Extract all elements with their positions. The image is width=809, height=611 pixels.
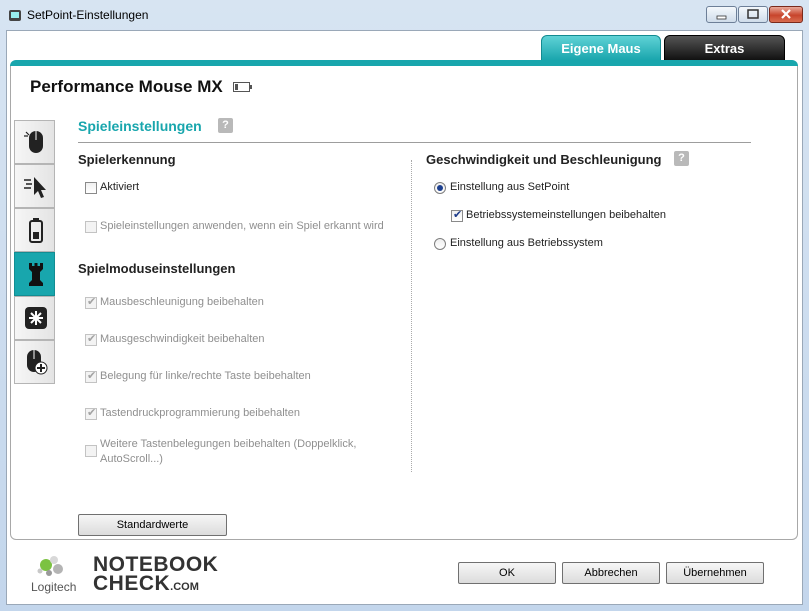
keep-keystroke-programming-checkbox[interactable]: ✔ <box>85 407 97 420</box>
game-mode-heading: Spielmoduseinstellungen <box>78 261 236 276</box>
sidebar-item-add-device[interactable] <box>14 340 55 384</box>
close-button[interactable] <box>769 6 803 23</box>
checkmark-icon: ✔ <box>453 209 463 221</box>
mouse-add-icon <box>27 350 48 375</box>
keep-acceleration-checkbox[interactable]: ✔ <box>85 296 97 309</box>
speed-help-button[interactable]: ? <box>674 151 689 166</box>
close-icon <box>781 9 791 19</box>
setpoint-window: SetPoint-Einstellungen Eigene Maus Extra… <box>0 0 809 611</box>
defaults-button[interactable]: Standardwerte <box>78 514 227 536</box>
os-radio-label[interactable]: Einstellung aus Betriebssystem <box>450 237 603 249</box>
checkmark-icon: ✔ <box>87 296 97 308</box>
section-help-button[interactable]: ? <box>218 118 233 133</box>
notebookcheck-line2: CHECK <box>93 572 171 595</box>
keep-os-settings-checkbox[interactable]: ✔ <box>451 209 463 222</box>
chess-rook-icon <box>29 263 43 286</box>
tab-extras[interactable]: Extras <box>664 35 785 61</box>
checkmark-icon: ✔ <box>87 333 97 345</box>
cancel-button[interactable]: Abbrechen <box>562 562 660 584</box>
logitech-wordmark: Logitech <box>31 580 77 594</box>
notebookcheck-suffix: .COM <box>170 581 199 593</box>
game-detection-heading: Spielerkennung <box>78 152 176 167</box>
device-sidebar <box>14 114 56 384</box>
sidebar-item-advanced[interactable] <box>14 296 55 340</box>
battery-icon <box>29 218 43 243</box>
radio-selected-dot <box>437 185 443 191</box>
checkmark-icon: ✔ <box>87 370 97 382</box>
apply-game-settings-label[interactable]: Spieleinstellungen anwenden, wenn ein Sp… <box>100 220 384 232</box>
os-radio[interactable] <box>434 238 446 250</box>
keep-other-assignments-label[interactable]: Weitere Tastenbelegungen beibehalten (Do… <box>100 437 360 467</box>
notebookcheck-logo: NOTEBOOK CHECK.COM <box>93 554 218 597</box>
checkmark-icon: ✔ <box>87 407 97 419</box>
tab-eigene-maus[interactable]: Eigene Maus <box>541 35 661 61</box>
keep-keystroke-programming-label[interactable]: Tastendruckprogrammierung beibehalten <box>100 407 300 419</box>
keep-acceleration-label[interactable]: Mausbeschleunigung beibehalten <box>100 296 264 308</box>
apply-game-settings-checkbox[interactable] <box>85 221 97 233</box>
setpoint-app-icon <box>9 10 21 21</box>
mouse-icon <box>24 131 43 153</box>
keep-speed-label[interactable]: Mausgeschwindigkeit beibehalten <box>100 333 265 345</box>
activated-checkbox[interactable] <box>85 182 97 194</box>
column-separator <box>411 160 412 472</box>
snowflake-icon <box>25 307 47 329</box>
sidebar-item-pointer[interactable] <box>14 164 55 208</box>
section-title: Spieleinstellungen <box>78 118 202 134</box>
device-name: Performance Mouse MX <box>30 77 223 96</box>
keep-os-settings-label[interactable]: Betriebssystemeinstellungen beibehalten <box>466 209 666 221</box>
maximize-icon <box>747 9 759 19</box>
title-bar[interactable]: SetPoint-Einstellungen <box>0 0 809 30</box>
speed-acceleration-heading: Geschwindigkeit und Beschleunigung <box>426 152 662 167</box>
keep-speed-checkbox[interactable]: ✔ <box>85 333 97 346</box>
setpoint-radio[interactable] <box>434 182 446 194</box>
sidebar-item-mouse[interactable] <box>14 120 55 164</box>
keep-button-assignment-checkbox[interactable]: ✔ <box>85 370 97 383</box>
maximize-button[interactable] <box>738 6 768 23</box>
apply-button[interactable]: Übernehmen <box>666 562 764 584</box>
pointer-speed-icon <box>24 177 46 198</box>
battery-status-icon <box>233 82 252 92</box>
minimize-button[interactable] <box>706 6 737 23</box>
keep-other-assignments-checkbox[interactable] <box>85 445 97 457</box>
activated-label[interactable]: Aktiviert <box>100 181 139 193</box>
setpoint-radio-label[interactable]: Einstellung aus SetPoint <box>450 181 569 193</box>
keep-button-assignment-label[interactable]: Belegung für linke/rechte Taste beibehal… <box>100 370 311 382</box>
sidebar-item-games[interactable] <box>14 252 55 296</box>
ok-button[interactable]: OK <box>458 562 556 584</box>
sidebar-item-battery[interactable] <box>14 208 55 252</box>
section-divider <box>78 142 751 143</box>
minimize-icon <box>716 15 727 20</box>
window-title: SetPoint-Einstellungen <box>27 8 149 22</box>
